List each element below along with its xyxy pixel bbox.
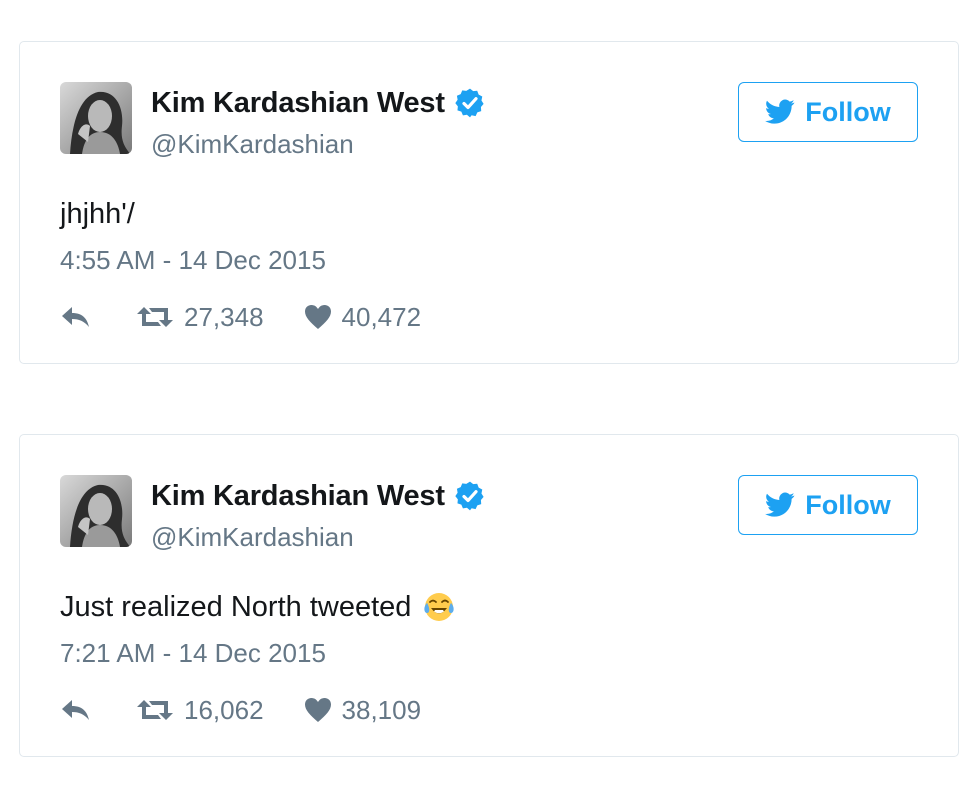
tweet-text-content: Just realized North tweeted (60, 591, 412, 623)
author-handle[interactable]: @KimKardashian (151, 128, 354, 160)
tweet-card: Kim Kardashian West @KimKardashian Follo… (19, 41, 959, 364)
reply-button[interactable] (60, 305, 96, 329)
tweet-text-content: jhjhh'/ (60, 198, 135, 230)
twitter-bird-icon (765, 99, 795, 124)
tweet-text: Just realized North tweeted (60, 588, 455, 626)
follow-button[interactable]: Follow (738, 475, 918, 535)
retweet-button[interactable]: 27,348 (136, 302, 264, 333)
tweet-actions: 16,062 38,109 (60, 692, 421, 728)
author-row: Kim Kardashian West (151, 85, 486, 121)
follow-label: Follow (805, 96, 891, 127)
follow-button[interactable]: Follow (738, 82, 918, 142)
reply-button[interactable] (60, 698, 96, 722)
twitter-bird-icon (765, 492, 795, 517)
face-with-tears-of-joy-icon (424, 593, 455, 621)
retweet-count: 27,348 (184, 301, 264, 332)
heart-icon (304, 698, 331, 722)
author-name[interactable]: Kim Kardashian West (151, 478, 445, 514)
retweet-icon (137, 700, 173, 720)
follow-label: Follow (805, 489, 891, 520)
retweet-count: 16,062 (184, 694, 264, 725)
tweet-timestamp[interactable]: 4:55 AM - 14 Dec 2015 (60, 244, 326, 276)
like-count: 38,109 (341, 694, 422, 725)
reply-icon (62, 700, 89, 720)
avatar[interactable] (60, 475, 132, 547)
verified-badge-icon (455, 481, 484, 511)
tweet-timestamp[interactable]: 7:21 AM - 14 Dec 2015 (60, 637, 326, 669)
author-handle[interactable]: @KimKardashian (151, 521, 354, 553)
tweet-card: Kim Kardashian West @KimKardashian Follo… (19, 434, 959, 757)
like-button[interactable]: 40,472 (304, 301, 422, 333)
tweet-text: jhjhh'/ (60, 195, 135, 233)
like-count: 40,472 (341, 301, 422, 332)
tweet-actions: 27,348 40,472 (60, 299, 421, 335)
like-button[interactable]: 38,109 (304, 694, 422, 726)
reply-icon (62, 307, 89, 327)
heart-icon (304, 305, 331, 329)
retweet-button[interactable]: 16,062 (136, 695, 264, 726)
author-row: Kim Kardashian West (151, 478, 486, 514)
verified-badge-icon (455, 88, 484, 118)
author-name[interactable]: Kim Kardashian West (151, 85, 445, 121)
retweet-icon (137, 307, 173, 327)
avatar[interactable] (60, 82, 132, 154)
